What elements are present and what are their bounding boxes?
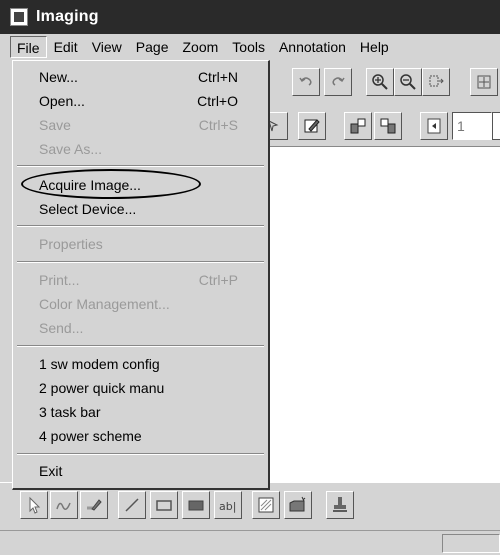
zoom-selection-icon	[429, 75, 444, 87]
freehand-line-button[interactable]	[50, 491, 78, 519]
menu-item-label: Open...	[39, 93, 85, 109]
previous-page-button[interactable]	[420, 112, 448, 140]
menu-item-new[interactable]: New... Ctrl+N	[39, 65, 238, 89]
rotate-right-button[interactable]	[374, 112, 402, 140]
filled-rectangle-button[interactable]	[182, 491, 210, 519]
menu-item-open[interactable]: Open... Ctrl+O	[39, 89, 238, 113]
rotate-left-button[interactable]	[344, 112, 372, 140]
title-bar: Imaging	[0, 0, 500, 34]
menu-item-select-device[interactable]: Select Device...	[39, 197, 238, 221]
imaging-window: Imaging File Edit View Page Zoom Tools A…	[0, 0, 500, 555]
menu-item-label: Acquire Image...	[39, 177, 141, 193]
highlighter-icon	[87, 499, 102, 511]
undo-icon	[299, 77, 312, 86]
menu-item-recent-1[interactable]: 1 sw modem config	[39, 352, 238, 376]
menu-item-label: Save	[39, 117, 71, 133]
text-icon: ab|	[219, 500, 236, 513]
menu-item-label: Print...	[39, 272, 80, 288]
menu-item-exit[interactable]: Exit	[39, 459, 238, 483]
page-number-field[interactable]: 1	[452, 112, 492, 140]
rubber-stamp-button[interactable]	[326, 491, 354, 519]
undo-button[interactable]	[292, 68, 320, 96]
previous-page-icon	[427, 118, 441, 134]
menu-item-shortcut: Ctrl+O	[197, 93, 238, 109]
menu-item-send: Send...	[39, 316, 238, 340]
imaging-app-icon[interactable]	[10, 8, 28, 26]
menu-page[interactable]: Page	[129, 36, 176, 58]
menu-item-label: New...	[39, 69, 78, 85]
redo-icon	[332, 77, 345, 86]
menu-item-save: Save Ctrl+S	[39, 113, 238, 137]
menu-item-label: Exit	[39, 463, 63, 479]
text-annotation-button[interactable]: ab|	[214, 491, 242, 519]
menu-item-print: Print... Ctrl+P	[39, 268, 238, 292]
menu-item-acquire-image[interactable]: Acquire Image...	[21, 169, 238, 199]
svg-text:ab|: ab|	[219, 500, 236, 513]
menu-item-label: 3 task bar	[39, 404, 101, 420]
menu-separator	[17, 165, 264, 167]
menu-separator	[17, 225, 264, 227]
zoom-out-icon	[400, 74, 416, 90]
menu-tools[interactable]: Tools	[225, 36, 272, 58]
menu-item-label: Select Device...	[39, 201, 137, 217]
text-from-file-button[interactable]	[284, 491, 312, 519]
status-bar	[0, 530, 500, 555]
zoom-out-button[interactable]	[394, 68, 422, 96]
zoom-to-selection-button[interactable]	[422, 68, 450, 96]
status-pane	[442, 534, 500, 553]
menu-bar: File Edit View Page Zoom Tools Annotatio…	[0, 34, 500, 60]
redo-button[interactable]	[324, 68, 352, 96]
menu-item-shortcut: Ctrl+S	[198, 117, 238, 133]
menu-separator	[17, 345, 264, 347]
select-pointer-icon	[29, 496, 41, 514]
menu-item-label: 4 power scheme	[39, 428, 142, 444]
file-menu-dropdown: New... Ctrl+N Open... Ctrl+O Save Ctrl+S…	[12, 60, 270, 490]
rotate-right-icon	[380, 118, 396, 134]
menu-item-recent-4[interactable]: 4 power scheme	[39, 424, 238, 448]
freehand-line-icon	[56, 502, 71, 510]
menu-item-label: Color Management...	[39, 296, 170, 312]
straight-line-button[interactable]	[118, 491, 146, 519]
menu-item-label: Send...	[39, 320, 84, 336]
fit-page-button[interactable]	[470, 68, 498, 96]
window-title: Imaging	[36, 8, 99, 25]
hollow-rectangle-button[interactable]	[150, 491, 178, 519]
menu-zoom[interactable]: Zoom	[175, 36, 225, 58]
annotation-select-button[interactable]	[20, 491, 48, 519]
menu-item-label: Save As...	[39, 141, 103, 157]
straight-line-icon	[125, 498, 139, 512]
menu-item-recent-3[interactable]: 3 task bar	[39, 400, 238, 424]
attach-note-button[interactable]	[252, 491, 280, 519]
menu-separator	[17, 453, 264, 455]
zoom-in-button[interactable]	[366, 68, 394, 96]
page-count-field	[492, 112, 500, 140]
menu-annotation[interactable]: Annotation	[272, 36, 353, 58]
menu-item-properties: Properties	[39, 232, 238, 256]
text-from-file-icon	[289, 496, 306, 512]
menu-item-recent-2[interactable]: 2 power quick manu	[39, 376, 238, 400]
menu-item-shortcut: Ctrl+P	[198, 272, 238, 288]
rubber-stamp-icon	[333, 497, 347, 512]
pen-annotation-icon	[304, 119, 320, 133]
fit-page-icon	[477, 75, 491, 89]
menu-item-shortcut: Ctrl+N	[197, 69, 238, 85]
menu-help[interactable]: Help	[353, 36, 396, 58]
attach-note-icon	[258, 497, 274, 513]
menu-separator	[17, 261, 264, 263]
menu-view[interactable]: View	[85, 36, 129, 58]
menu-item-color-management: Color Management...	[39, 292, 238, 316]
menu-item-label: 2 power quick manu	[39, 380, 165, 396]
highlighter-button[interactable]	[80, 491, 108, 519]
zoom-in-icon	[372, 74, 388, 90]
menu-edit[interactable]: Edit	[47, 36, 85, 58]
menu-item-label: Properties	[39, 236, 103, 252]
document-canvas[interactable]	[270, 146, 500, 483]
menu-item-label: 1 sw modem config	[39, 356, 160, 372]
hollow-rectangle-icon	[156, 500, 172, 511]
filled-rectangle-icon	[188, 500, 204, 511]
menu-item-save-as: Save As...	[39, 137, 238, 161]
menu-file[interactable]: File	[10, 36, 47, 58]
annotation-toolbar-button[interactable]	[298, 112, 326, 140]
rotate-left-icon	[350, 118, 366, 134]
